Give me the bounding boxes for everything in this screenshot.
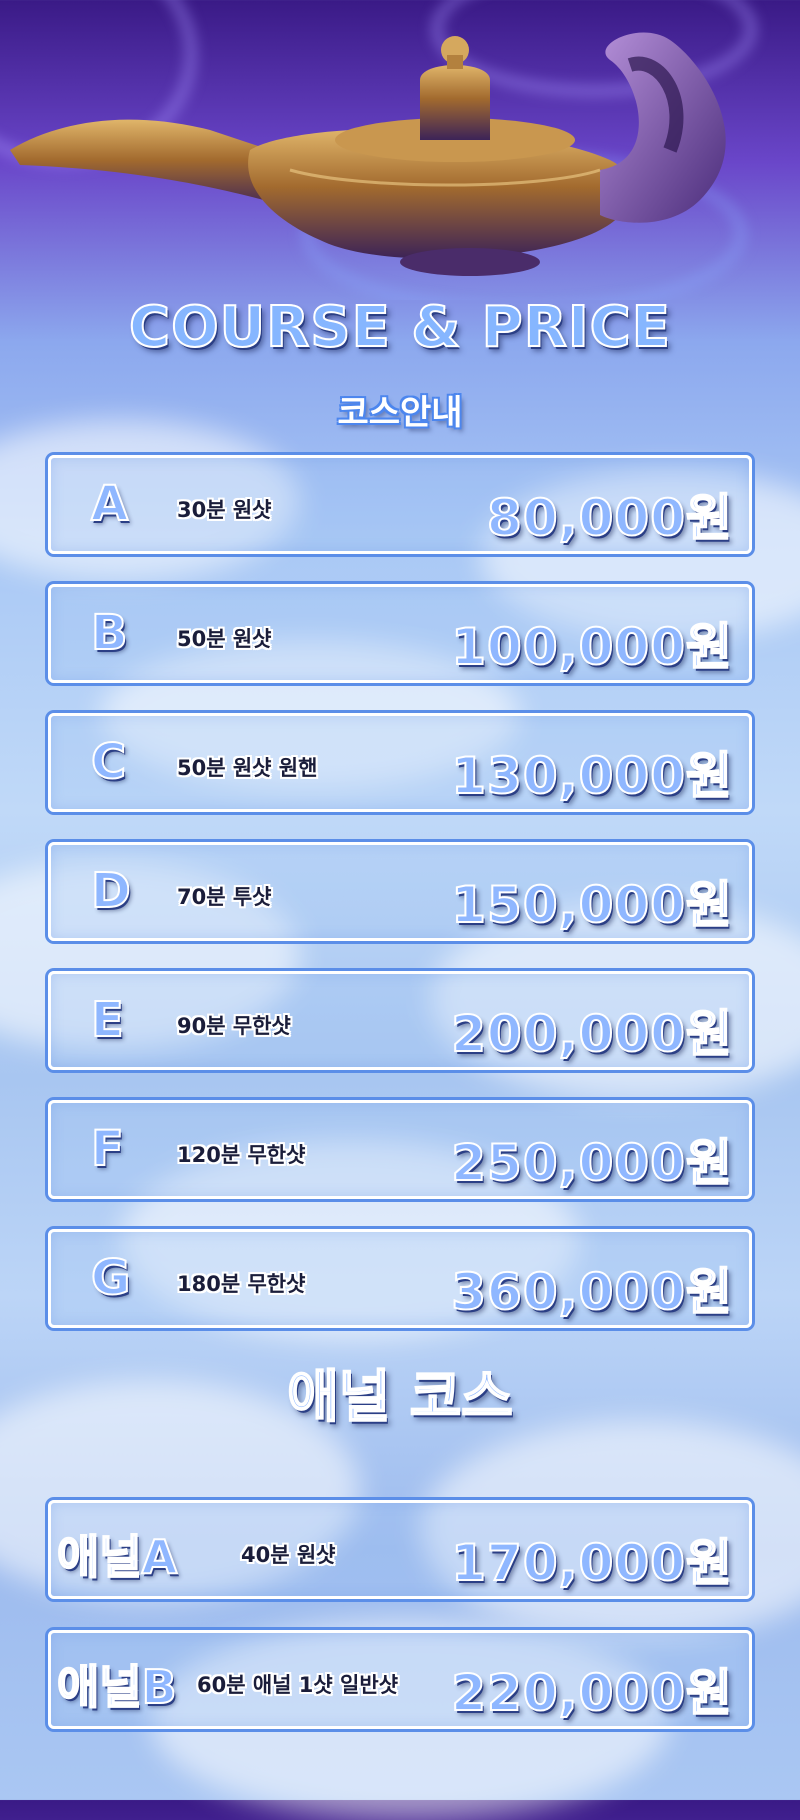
- course-code: A: [90, 475, 129, 533]
- course-description: 50분 원샷: [177, 627, 272, 651]
- course-description: 90분 무한샷: [177, 1014, 291, 1038]
- course-description: 180분 무한샷: [177, 1272, 306, 1296]
- course-price: 250,000원: [450, 1133, 733, 1193]
- course-description: 120분 무한샷: [177, 1143, 306, 1167]
- course-price: 220,000원: [450, 1663, 733, 1723]
- course-description: 40분 원샷: [241, 1543, 336, 1567]
- page-title: COURSE & PRICE: [128, 294, 672, 361]
- anal-section-title: 애널 코스: [286, 1364, 514, 1431]
- course-price: 130,000원: [450, 746, 733, 806]
- course-code: 애널A: [56, 1529, 178, 1585]
- course-row-c[interactable]: C 50분 원샷 원핸 130,000원: [48, 713, 752, 812]
- course-code: 애널B: [56, 1659, 178, 1715]
- course-code: D: [90, 862, 132, 920]
- course-row-g[interactable]: G 180분 무한샷 360,000원: [48, 1229, 752, 1328]
- anal-course-row-b[interactable]: 애널B 60분 애널 1샷 일반샷 220,000원: [48, 1630, 752, 1729]
- course-row-d[interactable]: D 70분 투샷 150,000원: [48, 842, 752, 941]
- course-code: E: [90, 991, 125, 1049]
- course-price: 150,000원: [450, 875, 733, 935]
- hero-banner: [0, 0, 800, 300]
- course-price: 170,000원: [450, 1533, 733, 1593]
- course-description: 30분 원샷: [177, 498, 272, 522]
- course-price: 200,000원: [450, 1004, 733, 1064]
- page-subtitle: 코스안내: [337, 393, 463, 433]
- course-code: F: [90, 1120, 125, 1178]
- magic-lamp-icon: [10, 32, 726, 276]
- course-description: 50분 원샷 원핸: [177, 756, 318, 780]
- course-description: 70분 투샷: [177, 885, 272, 909]
- course-code: C: [90, 733, 127, 791]
- course-price: 100,000원: [450, 617, 733, 677]
- course-row-a[interactable]: A 30분 원샷 80,000원: [48, 455, 752, 554]
- course-row-b[interactable]: B 50분 원샷 100,000원: [48, 584, 752, 683]
- course-price: 360,000원: [450, 1262, 733, 1322]
- course-description: 60분 애널 1샷 일반샷: [197, 1673, 399, 1697]
- course-code: G: [90, 1249, 131, 1307]
- course-row-f[interactable]: F 120분 무한샷 250,000원: [48, 1100, 752, 1199]
- course-price: 80,000원: [486, 488, 733, 548]
- anal-course-row-a[interactable]: 애널A 40분 원샷 170,000원: [48, 1500, 752, 1599]
- course-row-e[interactable]: E 90분 무한샷 200,000원: [48, 971, 752, 1070]
- course-code: B: [90, 604, 129, 662]
